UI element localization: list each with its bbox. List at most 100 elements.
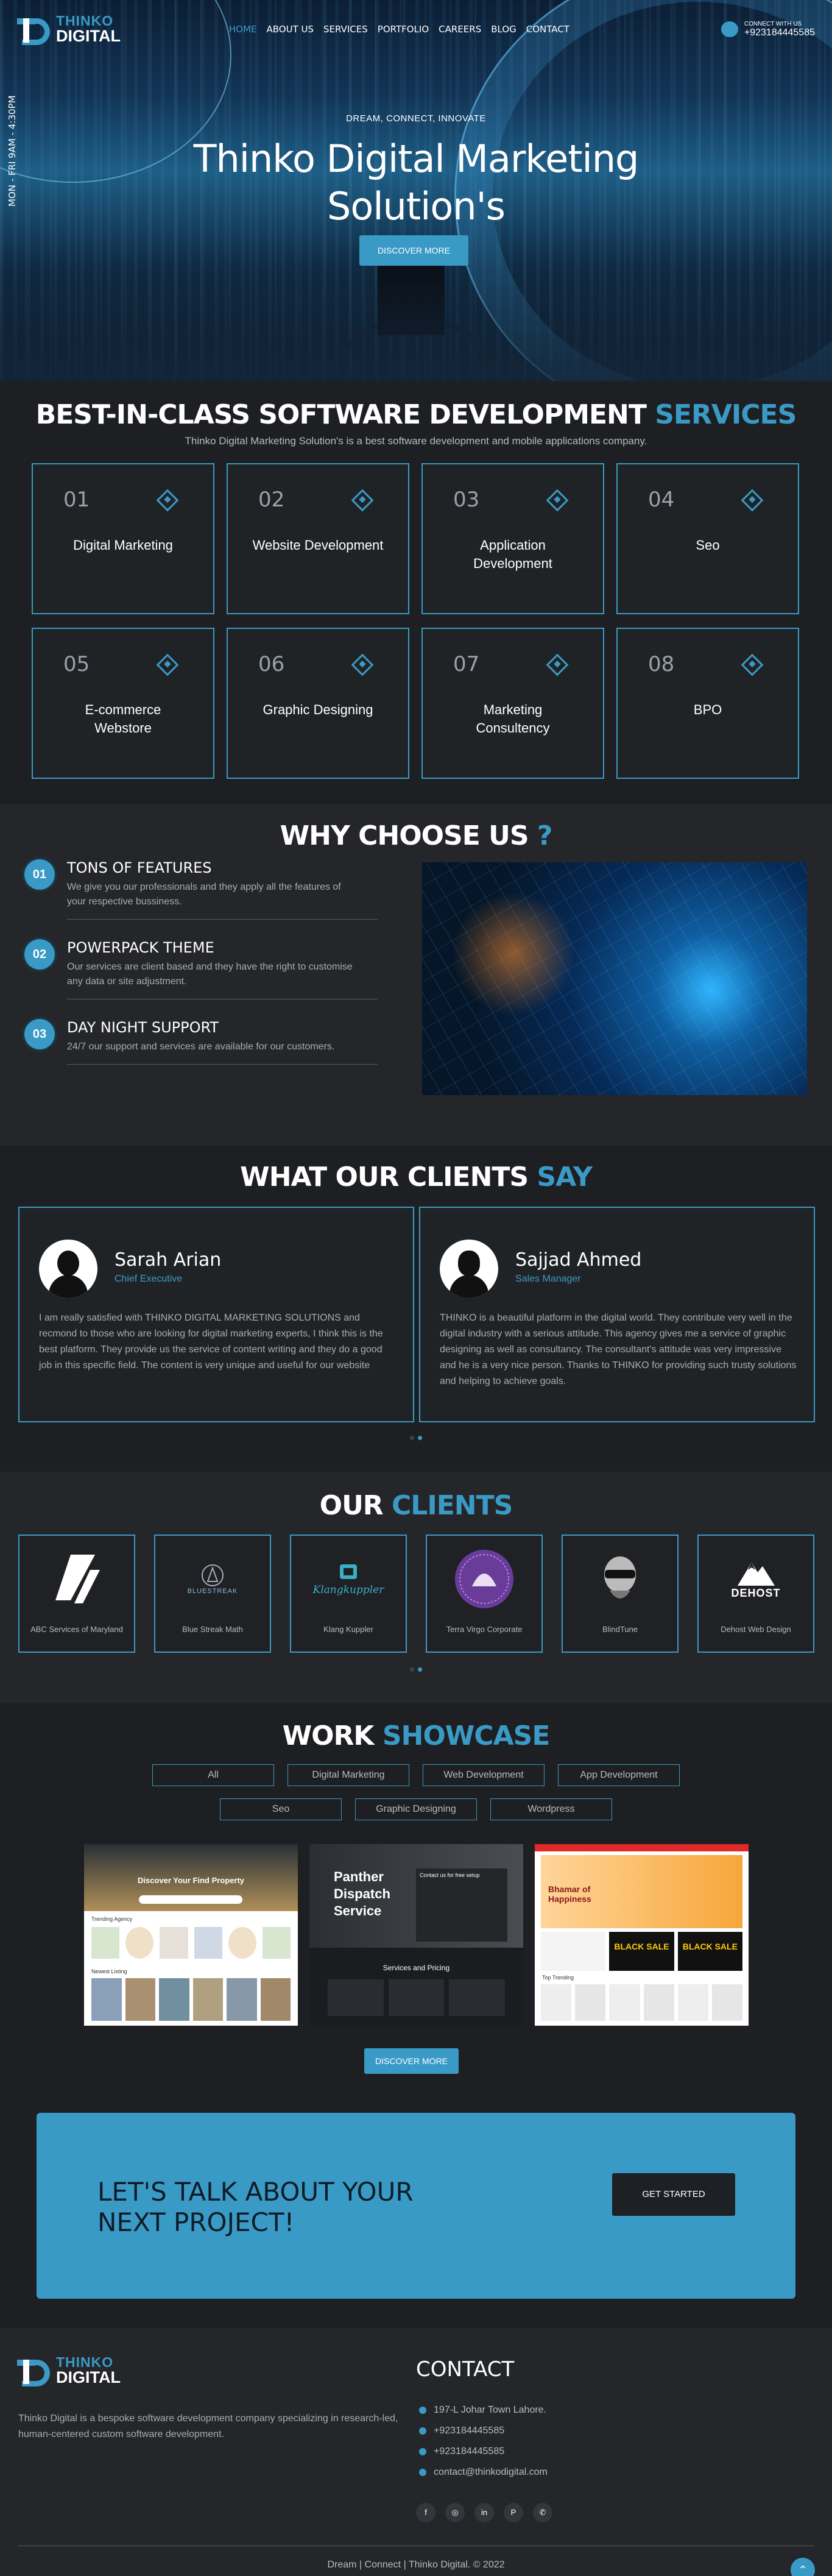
filter-digital-marketing[interactable]: Digital Marketing xyxy=(287,1764,409,1786)
contact-phone[interactable]: +923184445585 xyxy=(419,2421,548,2441)
filter-web-development[interactable]: Web Development xyxy=(423,1764,545,1786)
network-globe-image xyxy=(422,862,807,1095)
testimonials-section: WHAT OUR CLIENTS SAY Sarah Arian Chief E… xyxy=(0,1146,832,1472)
service-card-graphic-designing[interactable]: 06 Graphic Designing xyxy=(227,628,409,779)
service-card-website-development[interactable]: 02 Website Development xyxy=(227,463,409,614)
why-item: 01 TONS OF FEATURES We give you our profes… xyxy=(24,859,378,920)
divider xyxy=(67,919,378,920)
pagination-dot-active[interactable] xyxy=(418,1436,422,1440)
connect-phone[interactable]: +923184445585 xyxy=(744,27,815,38)
pagination-dot[interactable] xyxy=(410,1436,414,1440)
nav-services[interactable]: SERVICES xyxy=(323,24,368,35)
showcase-section: WORK SHOWCASE All Digital Marketing Web … xyxy=(0,1703,832,2110)
filter-all[interactable]: All xyxy=(152,1764,274,1786)
showcase-discover-button[interactable]: DISCOVER MORE xyxy=(364,2048,459,2074)
client-logos: ABC Services of Maryland BLUESTREAK Blue… xyxy=(18,1535,814,1653)
testimonials-title-accent: SAY xyxy=(537,1162,592,1193)
testimonial-text: THINKO is a beautiful platform in the di… xyxy=(440,1313,797,1386)
services-section: BEST-IN-CLASS SOFTWARE DEVELOPMENT SERVI… xyxy=(0,381,832,804)
nav-blog[interactable]: BLOG xyxy=(491,24,516,35)
contact-whatsapp-text: +923184445585 xyxy=(434,2446,505,2457)
nav-portfolio[interactable]: PORTFOLIO xyxy=(378,24,429,35)
pagination-dot-active[interactable] xyxy=(418,1667,422,1672)
service-card-marketing-consultency[interactable]: 07 Marketing Consultency xyxy=(421,628,604,779)
dispatch-form: Contact us for free setup xyxy=(416,1868,507,1942)
brand-line2: DIGITAL xyxy=(56,27,121,45)
showcase-title: WORK SHOWCASE xyxy=(0,1720,832,1751)
instagram-icon[interactable]: ◎ xyxy=(445,2503,465,2522)
footer-about: Thinko Digital is a bespoke software dev… xyxy=(18,2413,398,2439)
service-card-seo[interactable]: 04 Seo xyxy=(616,463,799,614)
dispatch-form-title: Contact us for free setup xyxy=(420,1872,480,1878)
clients-section: OUR CLIENTS ABC Services of Maryland BLU… xyxy=(0,1472,832,1703)
nav-careers[interactable]: CAREERS xyxy=(439,24,481,35)
linkedin-icon[interactable]: in xyxy=(474,2503,494,2522)
location-icon xyxy=(419,2407,426,2414)
klangkuppler-logo: Klangkuppler xyxy=(313,1552,384,1606)
brand-logo[interactable]: THINKO DIGITAL xyxy=(17,12,121,46)
whatsapp-icon[interactable]: ✆ xyxy=(533,2503,552,2522)
why-title-main: WHY CHOOSE US xyxy=(280,820,537,851)
contact-whatsapp[interactable]: +923184445585 xyxy=(419,2441,548,2462)
portfolio-shot-property[interactable]: Discover Your Find Property Trending Age… xyxy=(84,1844,298,2026)
clients-pagination xyxy=(0,1664,832,1675)
whatsapp-icon xyxy=(419,2448,426,2455)
blindtune-logo xyxy=(590,1552,650,1606)
discover-more-button[interactable]: DISCOVER MORE xyxy=(359,235,469,266)
service-number: 01 xyxy=(63,488,90,512)
hero-tagline: DREAM, CONNECT, INNOVATE xyxy=(346,113,486,124)
shop-topbar xyxy=(535,1844,749,1851)
client-card[interactable]: Klangkuppler Klang Kuppler xyxy=(290,1535,407,1653)
client-card[interactable]: DEHOST Dehost Web Design xyxy=(697,1535,814,1653)
client-card[interactable]: Terra Virgo Corporate xyxy=(426,1535,543,1653)
why-choose-section: WHY CHOOSE US ? 01 TONS OF FEATURES We giv… xyxy=(0,804,832,1146)
nav-contact[interactable]: CONTACT xyxy=(526,24,569,35)
filter-graphic-designing[interactable]: Graphic Designing xyxy=(355,1798,477,1820)
portfolio-shot-ecommerce[interactable]: Bhamar of Happiness BLACK SALE BLACK SAL… xyxy=(535,1844,749,2026)
product-thumbnails xyxy=(541,1984,743,2021)
connect-label: CONNECT WITH US xyxy=(744,20,802,27)
nav-home[interactable]: HOME xyxy=(229,24,257,35)
facebook-icon[interactable]: f xyxy=(416,2503,435,2522)
social-links: f ◎ in P ✆ xyxy=(416,2503,552,2522)
showcase-title-accent: SHOWCASE xyxy=(382,1720,551,1751)
dehost-logo: DEHOST xyxy=(725,1552,786,1606)
service-label: Website Development xyxy=(252,538,384,553)
connect-block[interactable]: CONNECT WITH US +923184445585 xyxy=(721,21,815,38)
testimonials-title-main: WHAT OUR CLIENTS xyxy=(240,1162,537,1193)
nav-about[interactable]: ABOUT US xyxy=(267,24,314,35)
clients-title-accent: CLIENTS xyxy=(392,1490,513,1521)
main-menu: HOME ABOUT US SERVICES PORTFOLIO CAREERS… xyxy=(229,24,569,35)
terra-virgo-logo xyxy=(454,1550,515,1608)
footer-logo[interactable]: THINKO DIGITAL xyxy=(17,2354,121,2388)
service-number: 06 xyxy=(258,652,285,676)
client-card[interactable]: ABC Services of Maryland xyxy=(18,1535,135,1653)
filter-seo[interactable]: Seo xyxy=(220,1798,342,1820)
client-card[interactable]: BlindTune xyxy=(562,1535,679,1653)
abc-services-logo xyxy=(46,1552,107,1606)
filter-app-development[interactable]: App Development xyxy=(558,1764,680,1786)
pinterest-icon[interactable]: P xyxy=(504,2503,523,2522)
get-started-button[interactable]: GET STARTED xyxy=(612,2173,735,2216)
testimonials-title: WHAT OUR CLIENTS SAY xyxy=(0,1162,832,1193)
service-card-digital-marketing[interactable]: 01 Digital Marketing xyxy=(32,463,214,614)
client-name: Blue Streak Math xyxy=(182,1625,243,1634)
contact-list: 197-L Johar Town Lahore. +923184445585 +… xyxy=(419,2400,548,2483)
why-title: WHY CHOOSE US ? xyxy=(0,820,832,851)
portfolio-shot-dispatch[interactable]: Panther Dispatch Service Contact us for … xyxy=(309,1844,523,2026)
services-subtitle: Thinko Digital Marketing Solution's is a… xyxy=(185,435,647,447)
service-card-application-development[interactable]: 03 Application Development xyxy=(421,463,604,614)
client-card[interactable]: BLUESTREAK Blue Streak Math xyxy=(154,1535,271,1653)
service-label: BPO xyxy=(693,702,722,717)
contact-email[interactable]: contact@thinkodigital.com xyxy=(419,2462,548,2483)
service-label: Marketing Consultency xyxy=(476,702,550,736)
top-nav: THINKO DIGITAL HOME ABOUT US SERVICES POR… xyxy=(0,0,832,59)
service-card-bpo[interactable]: 08 BPO xyxy=(616,628,799,779)
phone-icon xyxy=(419,2427,426,2435)
testimonial-text: I am really satisfied with THINKO DIGITA… xyxy=(39,1313,383,1371)
pagination-dot[interactable] xyxy=(410,1667,414,1672)
testimonial-card: Sarah Arian Chief Executive I am really … xyxy=(18,1207,414,1422)
service-card-ecommerce[interactable]: 05 E-commerce Webstore xyxy=(32,628,214,779)
filter-wordpress[interactable]: Wordpress xyxy=(490,1798,612,1820)
services-title: BEST-IN-CLASS SOFTWARE DEVELOPMENT SERVI… xyxy=(0,399,832,430)
